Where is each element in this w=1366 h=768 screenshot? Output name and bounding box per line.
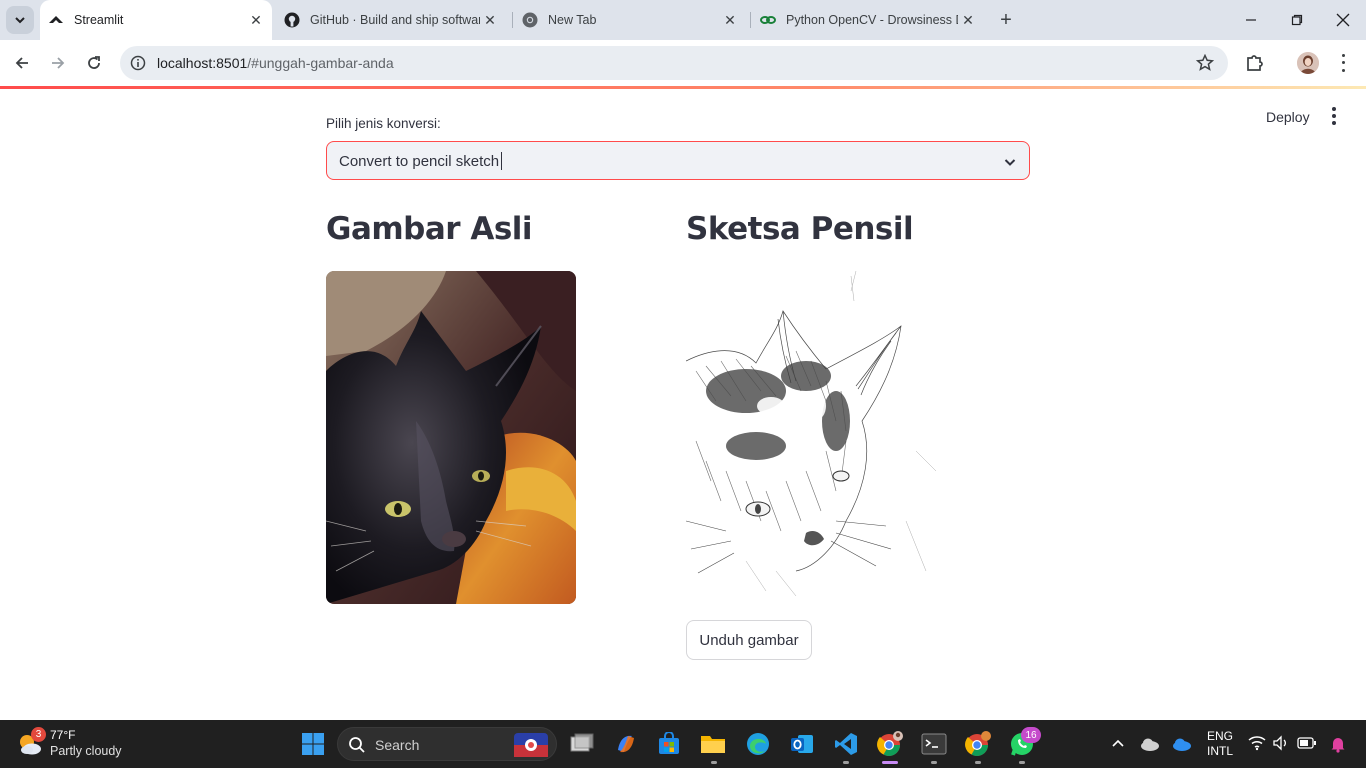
tab-title: New Tab	[548, 13, 597, 27]
chrome-profile-2-icon[interactable]	[964, 730, 992, 758]
tab-separator	[512, 12, 513, 28]
language-indicator[interactable]: ENG INTL	[1207, 729, 1233, 759]
weather-description: Partly cloudy	[50, 744, 122, 758]
sketch-image-heading: Sketsa Pensil	[686, 211, 914, 247]
file-explorer-icon[interactable]	[699, 730, 727, 758]
browser-tabstrip: Streamlit ✕ GitHub · Build and ship soft…	[0, 0, 1366, 40]
terminal-icon[interactable]	[920, 730, 948, 758]
tab-search-button[interactable]	[6, 6, 34, 34]
github-icon	[284, 12, 300, 28]
close-icon	[1336, 13, 1350, 27]
microsoft-store-icon[interactable]	[655, 730, 683, 758]
close-icon[interactable]: ✕	[480, 10, 500, 30]
onedrive-gray-icon[interactable]	[1140, 735, 1160, 753]
onedrive-icon[interactable]	[1172, 735, 1192, 753]
keyboard-layout: INTL	[1207, 744, 1234, 758]
chrome-icon	[522, 12, 538, 28]
restore-icon	[1291, 14, 1303, 26]
deploy-button[interactable]: Deploy	[1258, 105, 1318, 129]
restore-button[interactable]	[1274, 0, 1320, 40]
back-button[interactable]	[8, 49, 36, 77]
address-bar[interactable]: localhost:8501/#unggah-gambar-anda	[120, 46, 1228, 80]
browser-menu-button[interactable]	[1336, 52, 1350, 74]
weather-temperature: 77°F	[50, 728, 76, 742]
site-info-icon[interactable]	[130, 55, 146, 71]
tab-streamlit[interactable]: Streamlit ✕	[40, 0, 272, 40]
streamlit-icon	[48, 12, 64, 28]
tab-separator	[750, 12, 751, 28]
battery-icon[interactable]	[1297, 736, 1317, 750]
sketch-image	[686, 271, 936, 604]
running-indicator	[1019, 761, 1025, 764]
whatsapp-badge: 16	[1021, 727, 1041, 743]
plus-icon: +	[1000, 8, 1012, 31]
original-image-heading: Gambar Asli	[326, 211, 533, 247]
main-menu-button[interactable]	[1326, 107, 1342, 125]
url-path: /#unggah-gambar-anda	[247, 55, 394, 71]
taskbar-search-box[interactable]: Search	[337, 727, 557, 761]
tab-python-opencv[interactable]: Python OpenCV - Drowsiness D ✕	[752, 0, 984, 40]
running-indicator	[975, 761, 981, 764]
windows-taskbar: 3 77°F Partly cloudy Search ENG INTL	[0, 720, 1366, 768]
text-caret	[501, 152, 503, 170]
arrow-left-icon	[15, 57, 28, 69]
original-image	[326, 271, 576, 604]
select-value-text: Convert to pencil sketch	[339, 153, 500, 170]
running-indicator	[931, 761, 937, 764]
minimize-button[interactable]	[1228, 0, 1274, 40]
reload-icon	[88, 56, 100, 69]
close-icon[interactable]: ✕	[246, 10, 266, 30]
select-label: Pilih jenis konversi:	[326, 116, 441, 131]
reload-button[interactable]	[80, 49, 108, 77]
windows-start-icon[interactable]	[301, 732, 325, 756]
download-button[interactable]: Unduh gambar	[686, 620, 812, 660]
tab-new-tab[interactable]: New Tab ✕	[514, 0, 746, 40]
forward-button[interactable]	[44, 49, 72, 77]
outlook-icon[interactable]	[788, 730, 816, 758]
search-highlight-icon	[514, 733, 548, 757]
url-text: localhost:8501/#unggah-gambar-anda	[157, 55, 394, 71]
chevron-down-icon	[15, 17, 25, 24]
search-icon	[349, 737, 365, 753]
tab-title: GitHub · Build and ship software	[310, 13, 480, 27]
wifi-icon[interactable]	[1248, 735, 1266, 751]
volume-icon[interactable]	[1272, 735, 1290, 751]
task-view-icon[interactable]	[568, 730, 596, 758]
active-app-indicator	[882, 761, 898, 764]
link-icon	[760, 12, 776, 28]
notification-bell-icon[interactable]	[1329, 735, 1347, 753]
streamlit-app: Deploy Pilih jenis konversi: Convert to …	[0, 89, 1366, 720]
language-code: ENG	[1207, 729, 1234, 743]
star-icon[interactable]	[1196, 54, 1214, 72]
new-tab-button[interactable]: +	[994, 8, 1018, 32]
edge-icon[interactable]	[744, 730, 772, 758]
copilot-icon[interactable]	[612, 730, 640, 758]
close-icon[interactable]: ✕	[958, 10, 978, 30]
chevron-up-icon[interactable]	[1108, 734, 1128, 754]
chevron-down-icon	[1004, 159, 1016, 166]
browser-toolbar: localhost:8501/#unggah-gambar-anda	[0, 40, 1366, 86]
minimize-icon	[1246, 19, 1256, 21]
close-icon[interactable]: ✕	[720, 10, 740, 30]
vscode-icon[interactable]	[832, 730, 860, 758]
tab-github[interactable]: GitHub · Build and ship software ✕	[276, 0, 506, 40]
tab-title: Python OpenCV - Drowsiness D	[786, 13, 958, 27]
chrome-profile-icon[interactable]	[876, 730, 904, 758]
conversion-select[interactable]: Convert to pencil sketch	[326, 141, 1030, 180]
tab-title: Streamlit	[74, 13, 124, 27]
puzzle-icon[interactable]	[1243, 51, 1267, 75]
profile-avatar[interactable]	[1297, 52, 1319, 74]
url-host: localhost:8501	[157, 55, 248, 71]
close-window-button[interactable]	[1320, 0, 1366, 40]
running-indicator	[711, 761, 717, 764]
arrow-right-icon	[52, 57, 65, 69]
weather-badge: 3	[31, 727, 46, 742]
running-indicator	[843, 761, 849, 764]
search-label: Search	[375, 737, 420, 753]
select-value: Convert to pencil sketch	[339, 152, 503, 170]
